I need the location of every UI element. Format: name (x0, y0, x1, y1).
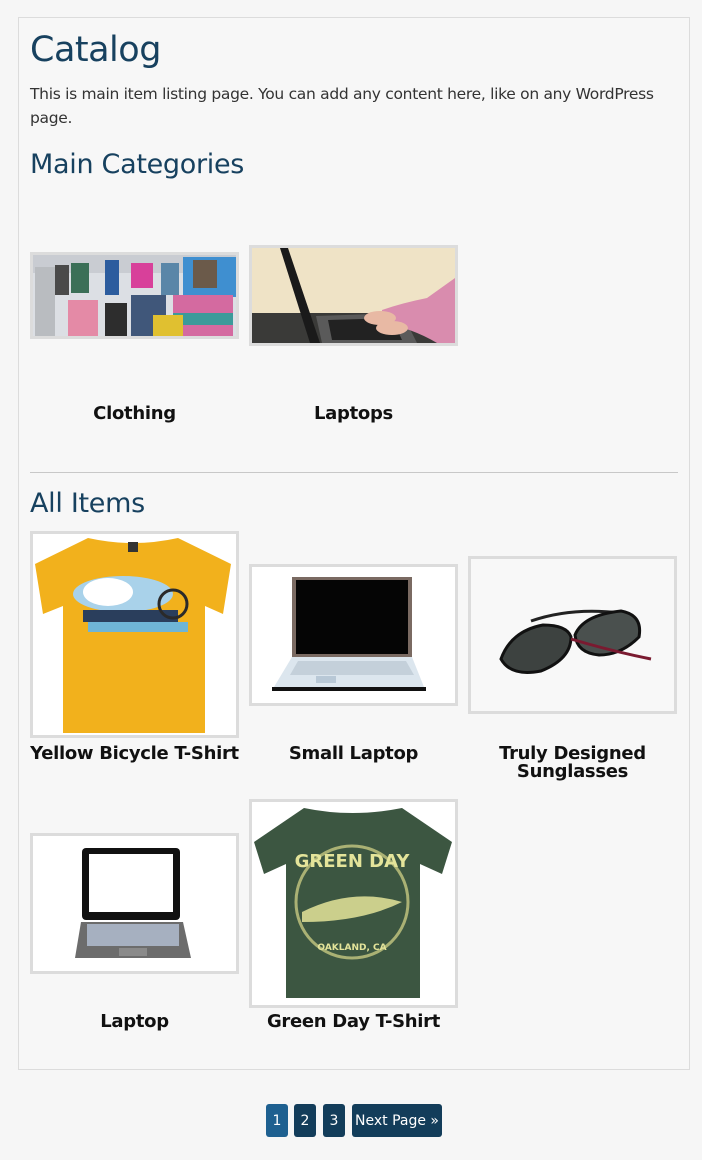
category-laptops-image[interactable] (249, 245, 458, 346)
item-yellow-bicycle-tshirt-image[interactable] (30, 531, 239, 738)
intro-text: This is main item listing page. You can … (30, 85, 654, 127)
item-small-laptop-image[interactable] (249, 564, 458, 706)
typing-on-laptop-photo (252, 248, 455, 343)
main-categories-heading: Main Categories (30, 149, 245, 180)
green-tshirt-photo: GREEN DAY OAKLAND, CA (252, 802, 455, 1005)
small-laptop-photo (252, 567, 455, 703)
svg-text:GREEN DAY: GREEN DAY (295, 851, 411, 872)
yellow-tshirt-photo (33, 534, 236, 735)
item-laptop-image[interactable] (30, 833, 239, 974)
category-clothing-image[interactable] (30, 252, 239, 339)
page-2-button[interactable]: 2 (294, 1104, 316, 1137)
item-sunglasses-label[interactable]: Truly Designed Sunglasses (468, 745, 677, 781)
next-page-button[interactable]: Next Page » (352, 1104, 442, 1137)
item-green-day-tshirt-label[interactable]: Green Day T-Shirt (249, 1013, 458, 1031)
svg-text:OAKLAND, CA: OAKLAND, CA (317, 943, 386, 953)
all-items-heading: All Items (30, 488, 145, 519)
item-yellow-bicycle-tshirt-label[interactable]: Yellow Bicycle T-Shirt (30, 745, 239, 763)
item-laptop-label[interactable]: Laptop (30, 1013, 239, 1031)
category-clothing-label[interactable]: Clothing (30, 405, 239, 423)
catalog-container: Catalog This is main item listing page. … (18, 17, 690, 1070)
page-3-button[interactable]: 3 (323, 1104, 345, 1137)
item-small-laptop-label[interactable]: Small Laptop (249, 745, 458, 763)
sunglasses-photo (471, 559, 674, 711)
page-1-button[interactable]: 1 (266, 1104, 288, 1137)
item-green-day-tshirt-image[interactable]: GREEN DAY OAKLAND, CA (249, 799, 458, 1008)
category-laptops-label[interactable]: Laptops (249, 405, 458, 423)
section-divider (30, 472, 678, 473)
page-title: Catalog (30, 30, 161, 70)
item-sunglasses-image[interactable] (468, 556, 677, 714)
laptop-photo (33, 836, 236, 971)
clothing-store-photo (33, 255, 236, 336)
